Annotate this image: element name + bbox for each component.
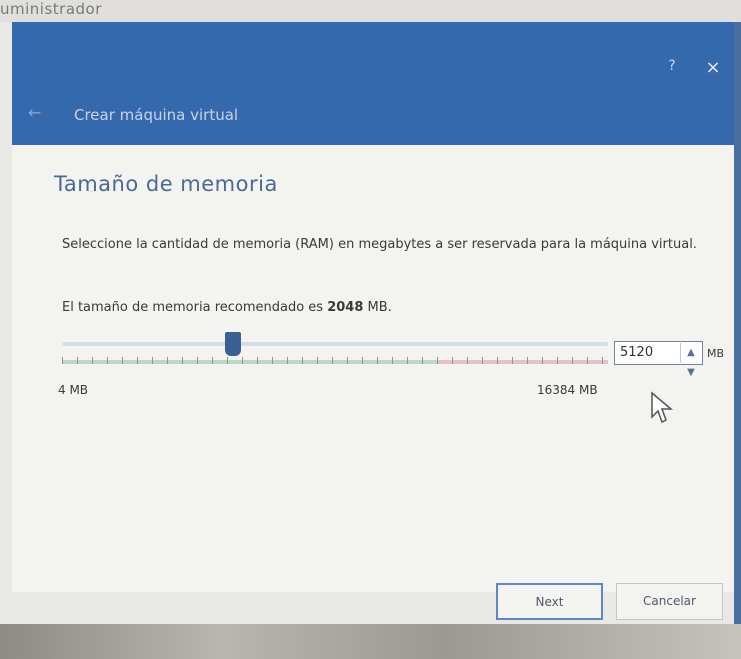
memory-spinbox[interactable]: 5120 ▲ ▼ [614,341,703,378]
recommended-suffix: MB. [363,300,392,315]
memory-description: Seleccione la cantidad de memoria (RAM) … [62,237,697,252]
close-button[interactable]: × [700,57,726,79]
help-button[interactable]: ? [660,58,684,78]
recommended-value: 2048 [327,300,364,315]
minimum-memory-label: 4 MB [58,383,89,397]
wizard-title: Crear máquina virtual [74,106,239,124]
background-window-title: uministrador [0,0,102,18]
memory-slider-thumb[interactable] [224,332,241,356]
cancel-button[interactable]: Cancelar [616,583,723,620]
dialog-right-edge [734,22,741,624]
memory-slider-track[interactable] [62,342,608,346]
next-button[interactable]: Next [496,583,603,620]
desktop-background [0,624,741,659]
mouse-pointer-icon [651,391,674,424]
memory-value[interactable]: 5120 [620,345,653,360]
maximum-memory-label: 16384 MB [537,383,598,397]
spinbox-arrows-icon[interactable]: ▲ ▼ [680,343,701,378]
back-arrow-icon[interactable]: ← [28,103,48,123]
page-title: Tamaño de memoria [54,172,278,196]
recommended-prefix: El tamaño de memoria recomendado es [62,300,328,315]
background-window-strip: uministrador [0,0,741,22]
dialog-titlebar [12,22,741,145]
memory-slider-ticks [62,357,608,364]
dialog-content [12,145,734,592]
memory-unit: MB [707,347,725,360]
recommended-memory-text: El tamaño de memoria recomendado es 2048… [62,300,392,315]
